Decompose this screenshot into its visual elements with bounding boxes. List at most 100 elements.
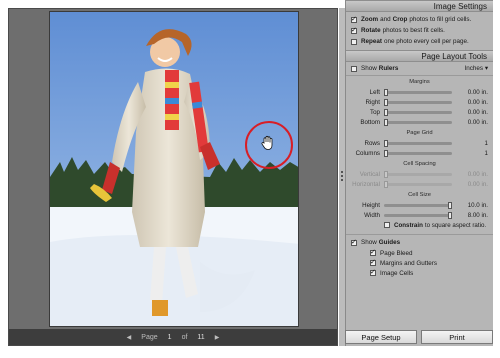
photo-image (50, 12, 298, 326)
margin-top-row: Top 0.00 in. (346, 107, 493, 117)
margin-bottom-value[interactable]: 0.00 in. (452, 119, 490, 126)
page-label: Page (141, 333, 158, 341)
hand-pan-icon[interactable] (261, 135, 275, 153)
grid-rows-row: Rows 1 (346, 138, 493, 148)
slider-thumb[interactable] (384, 98, 388, 106)
show-guides-option[interactable]: Show Guides (346, 237, 493, 248)
triangle-right-icon[interactable]: ▶ (215, 334, 220, 341)
repeat-checkbox[interactable] (351, 38, 357, 45)
slider-thumb[interactable] (384, 118, 388, 126)
rotate-bold-text: Rotate (361, 27, 381, 34)
slider-thumb (384, 180, 388, 188)
spacing-vertical-value: 0.00 in. (467, 170, 488, 178)
spacing-vertical-row: Vertical 0.00 in. (346, 169, 493, 179)
image-settings-header[interactable]: Image Settings (346, 0, 493, 12)
constrain-bold-text: Constrain (394, 221, 423, 229)
margin-bottom-label: Bottom (360, 118, 380, 126)
photo-cell[interactable] (49, 11, 299, 327)
rotate-text: photos to best fit cells. (382, 27, 445, 34)
show-rulers-checkbox[interactable] (351, 65, 357, 72)
cell-width-slider[interactable] (384, 211, 452, 219)
margin-right-row: Right 0.00 in. (346, 97, 493, 107)
margin-right-slider[interactable] (384, 98, 452, 106)
show-guides-label: Show (361, 239, 377, 246)
grid-rows-slider[interactable] (384, 139, 452, 147)
slider-thumb[interactable] (384, 149, 388, 157)
pan-hand-highlight (245, 121, 293, 169)
constrain-text: to square aspect ratio. (424, 221, 487, 229)
page-grid-title: Page Grid (406, 130, 433, 136)
margin-bottom-slider[interactable] (384, 118, 452, 126)
zoom-crop-option[interactable]: Zoom and Crop photos to fill grid cells. (346, 14, 493, 25)
image-cells-label: Image Cells (380, 269, 414, 277)
cell-size-title: Cell Size (408, 192, 431, 198)
slider-thumb[interactable] (384, 108, 388, 116)
spacing-vertical-slider (384, 170, 452, 178)
triangle-left-icon[interactable]: ◀ (127, 334, 132, 341)
cell-spacing-title: Cell Spacing (403, 161, 436, 167)
page-bleed-label: Page Bleed (380, 249, 413, 257)
spacing-horizontal-slider (384, 180, 452, 188)
grid-rows-value[interactable]: 1 (452, 140, 490, 147)
slider-thumb (384, 170, 388, 178)
zoom-bold-text: Zoom (361, 16, 379, 23)
margins-title: Margins (409, 79, 430, 85)
image-cells-checkbox[interactable] (370, 268, 376, 276)
crop-bold-text: Crop (392, 16, 408, 23)
grid-columns-value[interactable]: 1 (452, 150, 490, 157)
spacing-vertical-label: Vertical (359, 170, 380, 178)
margin-left-value[interactable]: 0.00 in. (452, 89, 490, 96)
cell-height-row: Height 10.0 in. (346, 200, 493, 210)
rulers-row: Show Rulers Inches ▾ (346, 62, 493, 76)
rotate-checkbox[interactable] (351, 26, 357, 34)
constrain-checkbox[interactable] (384, 222, 390, 228)
show-guides-checkbox[interactable] (351, 238, 357, 246)
grid-columns-label: Columns (355, 149, 380, 157)
margin-top-value[interactable]: 0.00 in. (452, 109, 490, 116)
page-layout-tools-header[interactable]: Page Layout Tools (346, 50, 493, 62)
and-text: and (380, 16, 391, 23)
margins-gutters-checkbox[interactable] (370, 258, 376, 266)
repeat-bold-text: Repeat (361, 38, 382, 45)
slider-thumb[interactable] (448, 211, 452, 219)
print-module-window: ◀ Page 1 of 11 ▶ Image Settings Zoom and… (0, 0, 500, 358)
grid-columns-row: Columns 1 (346, 148, 493, 158)
cell-height-slider[interactable] (384, 201, 452, 209)
margin-top-slider[interactable] (384, 108, 452, 116)
page-navigation-bar: ◀ Page 1 of 11 ▶ (9, 329, 337, 345)
margin-left-label: Left (369, 88, 380, 96)
grid-columns-slider[interactable] (384, 149, 452, 157)
rotate-option[interactable]: Rotate photos to best fit cells. (346, 25, 493, 36)
margin-right-value[interactable]: 0.00 in. (452, 99, 490, 106)
show-label: Show (361, 65, 377, 72)
print-button[interactable]: Print (421, 330, 493, 344)
margin-left-row: Left 0.00 in. (346, 87, 493, 97)
page-bleed-checkbox[interactable] (370, 248, 376, 256)
slider-thumb[interactable] (384, 139, 388, 147)
margins-gutters-label: Margins and Gutters (380, 259, 438, 267)
page-bleed-option[interactable]: Page Bleed (346, 248, 493, 258)
slider-thumb[interactable] (448, 201, 452, 209)
margin-left-slider[interactable] (384, 88, 452, 96)
page-of-label: of (181, 333, 188, 341)
page-setup-button[interactable]: Page Setup (345, 330, 417, 344)
margins-gutters-option[interactable]: Margins and Gutters (346, 258, 493, 268)
show-rulers-option[interactable]: Show Rulers (351, 65, 398, 72)
slider-thumb[interactable] (384, 88, 388, 96)
zoom-crop-checkbox[interactable] (351, 15, 357, 23)
repeat-text: one photo every cell per page. (384, 38, 469, 45)
cell-height-label: Height (362, 201, 380, 209)
rulers-bold-text: Rulers (378, 65, 399, 72)
cell-width-value[interactable]: 8.00 in. (452, 212, 490, 219)
repeat-option[interactable]: Repeat one photo every cell per page. (346, 36, 493, 47)
constrain-option[interactable]: Constrain to square aspect ratio. (346, 220, 493, 230)
margin-top-label: Top (370, 108, 380, 116)
cell-height-value[interactable]: 10.0 in. (452, 202, 490, 209)
margin-right-label: Right (365, 98, 380, 106)
cell-width-label: Width (364, 211, 380, 219)
image-cells-option[interactable]: Image Cells (346, 268, 493, 278)
ruler-units-dropdown[interactable]: Inches ▾ (465, 65, 488, 72)
guides-bold-text: Guides (378, 239, 401, 246)
spacing-horizontal-row: Horizontal 0.00 in. (346, 179, 493, 189)
cell-width-row: Width 8.00 in. (346, 210, 493, 220)
